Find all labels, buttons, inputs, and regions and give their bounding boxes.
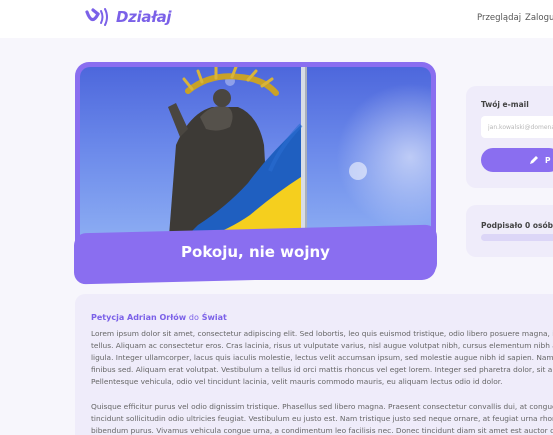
petition-prefix: Petycja	[91, 313, 125, 322]
petition-paragraph-1: Lorem ipsum dolor sit amet, consectetur …	[91, 328, 553, 388]
paragraph-line: Lorem ipsum dolor sit amet, consectetur …	[91, 329, 553, 338]
petition-byline: Petycja Adrian Orłów do Świat	[91, 313, 227, 322]
brand-name: Działaj	[116, 8, 172, 26]
paragraph-line: ligula. Integer ullamcorper, lacus quis …	[91, 353, 553, 362]
logo[interactable]: Działaj	[84, 6, 172, 28]
petition-middle: do	[188, 313, 199, 322]
petition-recipient[interactable]: Świat	[202, 313, 227, 322]
petition-title: Pokoju, nie wojny	[181, 243, 330, 261]
top-bar: Działaj Przeglądaj Zaloguj	[0, 0, 553, 38]
paragraph-line: bibendum purus. Vivamus vehicula congue …	[91, 426, 553, 435]
email-field[interactable]	[481, 116, 553, 138]
statue-flag-illustration	[168, 67, 367, 247]
paragraph-line: Pellentesque vehicula, odio vel tincidun…	[91, 377, 503, 386]
pencil-icon	[530, 156, 538, 164]
nav-login-link[interactable]: Zaloguj	[525, 13, 553, 23]
signatures-progress-bar	[481, 234, 553, 241]
paragraph-line: tincidunt sollicitudin odio ultricies fe…	[91, 414, 553, 423]
logo-icon	[85, 8, 108, 26]
nav-browse-link[interactable]: Przeglądaj	[477, 13, 521, 23]
petition-author[interactable]: Adrian Orłów	[127, 313, 186, 322]
email-label: Twój e-mail	[481, 100, 529, 109]
sign-button-label: P	[545, 155, 551, 165]
signatures-count: Podpisało 0 osób. 7	[481, 221, 553, 230]
petition-paragraph-2: Quisque efficitur purus vel odio digniss…	[91, 401, 553, 435]
hero-image	[80, 67, 431, 247]
paragraph-line: finibus sed. Aliquam erat volutpat. Vest…	[91, 365, 553, 374]
signatures-card	[466, 205, 553, 257]
sign-petition-button[interactable]: P	[481, 148, 553, 172]
paragraph-line: tellus. Aliquam ac consectetur eros. Cra…	[91, 341, 553, 350]
paragraph-line: Quisque efficitur purus vel odio digniss…	[91, 402, 553, 411]
